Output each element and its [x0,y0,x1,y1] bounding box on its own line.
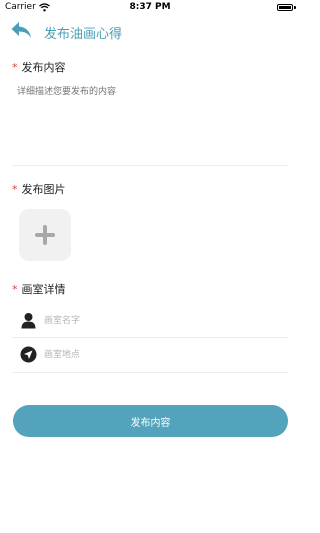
battery-icon [277,4,293,11]
studio-name-divider [12,337,288,338]
location-arrow-icon [20,346,37,363]
nav-bar: 发布油画心得 [0,16,300,46]
studio-location-input[interactable] [44,346,280,364]
person-icon [21,313,36,329]
back-button[interactable] [10,20,34,42]
studio-name-input[interactable] [44,312,280,330]
submit-button[interactable]: 发布内容 [13,405,288,437]
required-mark: * [12,61,18,74]
image-section-label: * 发布图片 [12,181,66,197]
add-photo-button[interactable] [19,209,71,261]
content-section-label: * 发布内容 [12,59,66,75]
studio-section-label: * 画室详情 [12,281,66,297]
submit-button-label: 发布内容 [130,417,171,429]
studio-location-divider [12,372,288,373]
content-divider [12,165,288,166]
image-label-text: 发布图片 [21,183,66,196]
page-title: 发布油画心得 [44,27,123,42]
back-arrow-icon [11,22,31,38]
status-bar: Carrier 8:37 PM [0,0,300,16]
status-time: 8:37 PM [129,2,171,12]
required-mark: * [12,183,18,196]
content-textarea[interactable] [17,84,283,154]
required-mark: * [12,283,18,296]
battery-tip [294,6,296,9]
content-label-text: 发布内容 [21,61,66,74]
studio-label-text: 画室详情 [21,283,66,296]
